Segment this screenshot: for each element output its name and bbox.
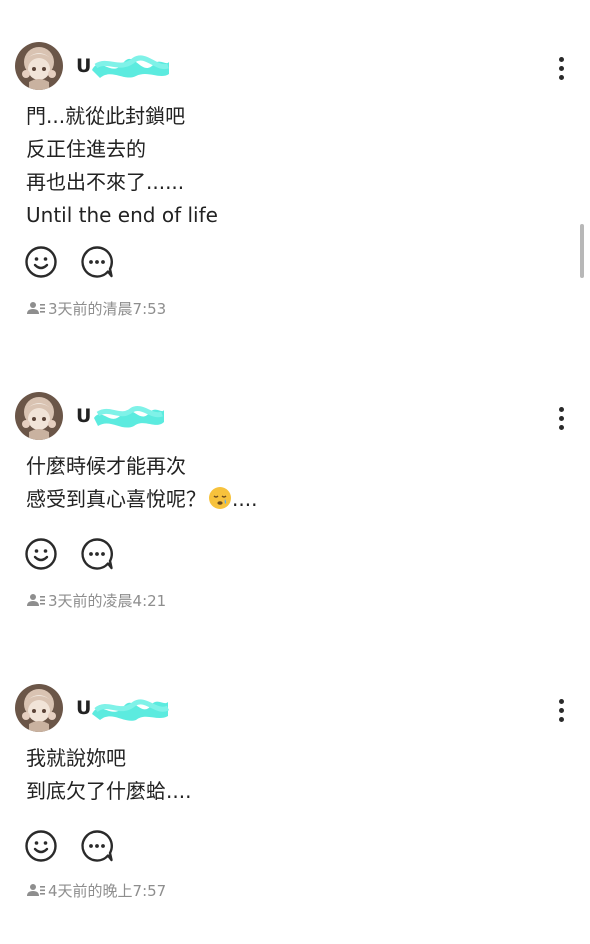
avatar[interactable] [15, 684, 63, 732]
comment-bubble-icon [81, 830, 113, 862]
more-options-button[interactable] [548, 403, 576, 439]
post-actions [24, 829, 124, 865]
avatar[interactable] [15, 392, 63, 440]
post-feed: U 門...就從此封鎖吧 反正住進去的 再也出不來了...... Until t… [0, 0, 590, 944]
post: U 什麼時候才能再次 感受到真心喜悅呢？ .... 3天前的凌晨4:21 [0, 392, 590, 610]
sleepy-face-emoji-icon [209, 487, 231, 509]
post-actions [24, 245, 124, 281]
more-vertical-icon [559, 407, 564, 412]
post-line-with-emoji: 感受到真心喜悅呢？ .... [26, 483, 257, 516]
smiley-icon [25, 246, 57, 278]
post-header: U [0, 42, 590, 94]
name-redaction-mark [92, 55, 169, 78]
timestamp-text: 3天前的凌晨4:21 [48, 592, 167, 610]
post-line: Until the end of life [26, 203, 218, 227]
post-line: 什麼時候才能再次 [26, 454, 186, 478]
post-timestamp: 3天前的清晨7:53 [27, 298, 166, 318]
comment-bubble-icon [81, 246, 113, 278]
username[interactable]: U [76, 404, 186, 432]
post-actions [24, 537, 124, 573]
more-options-button[interactable] [548, 53, 576, 89]
name-redaction-mark [92, 699, 170, 721]
more-vertical-icon [559, 57, 564, 62]
post-line: 門...就從此封鎖吧 [26, 104, 186, 128]
more-vertical-icon [559, 699, 564, 704]
username-text: U [76, 697, 93, 719]
friends-icon [27, 594, 45, 606]
post-text: 我就說妳吧 到底欠了什麼蛤.... [26, 742, 191, 808]
react-button[interactable] [24, 829, 58, 863]
post-text: 什麼時候才能再次 感受到真心喜悅呢？ .... [26, 450, 257, 516]
timestamp-text: 3天前的清晨7:53 [48, 300, 167, 318]
username[interactable]: U [76, 696, 186, 724]
friends-icon [27, 302, 45, 314]
timestamp-text: 4天前的晚上7:57 [48, 882, 167, 900]
smiley-icon [25, 830, 57, 862]
friends-icon [27, 884, 45, 896]
post-header: U [0, 392, 590, 444]
comment-button[interactable] [80, 829, 114, 863]
post: U 門...就從此封鎖吧 反正住進去的 再也出不來了...... Until t… [0, 42, 590, 318]
post-timestamp: 3天前的凌晨4:21 [27, 590, 166, 610]
comment-bubble-icon [81, 538, 113, 570]
post-line: 反正住進去的 [26, 137, 146, 161]
avatar[interactable] [15, 42, 63, 90]
post: U 我就說妳吧 到底欠了什麼蛤.... 4天前的晚上7:57 [0, 684, 590, 900]
post-line: 再也出不來了...... [26, 170, 185, 194]
react-button[interactable] [24, 245, 58, 279]
trailing-text: .... [232, 487, 258, 511]
post-line: 感受到真心喜悅呢？ [26, 487, 206, 511]
comment-button[interactable] [80, 245, 114, 279]
post-line: 到底欠了什麼蛤.... [26, 779, 192, 803]
username[interactable]: U [76, 54, 186, 82]
username-text: U [76, 55, 93, 77]
name-redaction-mark [94, 406, 164, 428]
username-text: U [76, 405, 93, 427]
post-text: 門...就從此封鎖吧 反正住進去的 再也出不來了...... Until the… [26, 100, 218, 232]
post-line: 我就說妳吧 [26, 746, 126, 770]
post-timestamp: 4天前的晚上7:57 [27, 880, 166, 900]
smiley-icon [25, 538, 57, 570]
post-header: U [0, 684, 590, 736]
scrollbar[interactable] [580, 224, 584, 278]
react-button[interactable] [24, 537, 58, 571]
comment-button[interactable] [80, 537, 114, 571]
more-options-button[interactable] [548, 695, 576, 731]
